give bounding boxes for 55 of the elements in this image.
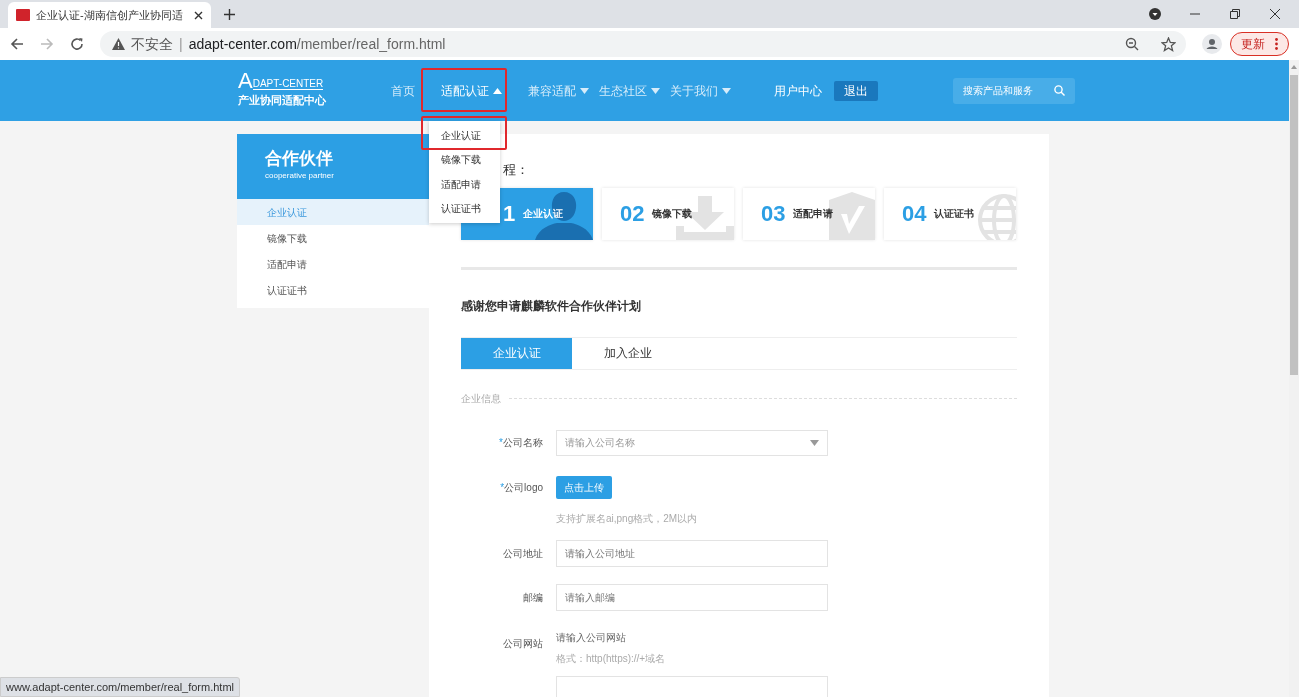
step-number: 03: [761, 200, 786, 228]
field-label: 公司网站: [502, 636, 543, 651]
field-label: *公司名称: [498, 436, 543, 450]
input-field[interactable]: 请输入公司网站: [556, 629, 706, 645]
security-label: 不安全: [131, 34, 173, 54]
nav-link[interactable]: 首页: [391, 60, 420, 121]
menu-item[interactable]: 镜像下载: [429, 147, 500, 172]
sidebar-subtitle: cooperative partner: [265, 170, 335, 182]
nav-link[interactable]: 生态社区: [594, 60, 665, 121]
browser-tab[interactable]: 企业认证-湖南信创产业协同适: [8, 2, 211, 28]
site-logo[interactable]: ADAPT-CENTER 产业协同适配中心: [238, 72, 338, 109]
menu-item[interactable]: 认证证书: [429, 196, 500, 221]
status-bubble: www.adapt-center.com/member/real_form.html: [0, 677, 241, 697]
field-hint: 格式：http(https)://+域名: [556, 651, 667, 666]
search-field[interactable]: 搜索产品和服务: [953, 77, 1075, 104]
input-field[interactable]: 请输入公司地址: [556, 539, 828, 567]
tab-title: 企业认证-湖南信创产业协同适: [36, 7, 184, 23]
step-number: 04: [902, 200, 927, 228]
field-label: 邮编: [522, 590, 543, 605]
sidebar-item[interactable]: 认证证书: [237, 277, 429, 303]
logo-text: DAPT-CENTER: [252, 78, 324, 91]
search-input[interactable]: 搜索产品和服务: [963, 83, 1054, 98]
address-bar[interactable]: 不安全 | adapt-center.com/member/real_form.html: [100, 31, 1186, 57]
logo-subtitle: 产业协同适配中心: [238, 93, 327, 109]
form-tab[interactable]: 加入企业: [572, 337, 683, 369]
step-label: 企业认证: [523, 207, 564, 221]
logout-button[interactable]: 退出: [834, 80, 878, 101]
form-tab[interactable]: 企业认证: [461, 337, 572, 369]
step-number: 1: [503, 200, 516, 228]
field-label: *公司logo: [499, 480, 543, 495]
nav-link[interactable]: 适配认证: [420, 60, 523, 121]
company-select[interactable]: 请输入公司名称: [556, 429, 828, 456]
step-label: 镜像下载: [652, 207, 693, 221]
sidebar-item[interactable]: 企业认证: [237, 199, 429, 225]
user-center-link[interactable]: 用户中心: [774, 81, 822, 100]
intro-heading: 感谢您申请麒麟软件合作伙伴计划: [461, 297, 642, 315]
upload-button[interactable]: 点击上传: [556, 475, 612, 499]
upload-hint: 支持扩展名ai,png格式，2M以内: [556, 511, 699, 526]
step-number: 02: [620, 200, 645, 228]
url-text: adapt-center.com/member/real_form.html: [188, 34, 446, 54]
step-label: 认证证书: [934, 207, 975, 221]
sidebar-title: 合作伙伴: [265, 148, 334, 170]
sidebar-item[interactable]: 适配申请: [237, 251, 429, 277]
update-button[interactable]: 更新: [1230, 32, 1289, 56]
logo-letter: A: [238, 72, 253, 91]
separator: |: [179, 34, 183, 54]
input-field[interactable]: 请输入邮编: [556, 583, 828, 611]
sidebar-item[interactable]: 镜像下载: [237, 225, 429, 251]
menu-item[interactable]: 适配申请: [429, 172, 500, 197]
field-label: 公司地址: [502, 546, 543, 561]
section-label: 企业信息: [461, 391, 501, 406]
nav-link[interactable]: 关于我们: [665, 60, 736, 121]
nav-link[interactable]: 兼容适配: [523, 60, 594, 121]
step-label: 适配申请: [793, 207, 834, 221]
process-heading: 程：: [503, 161, 529, 179]
